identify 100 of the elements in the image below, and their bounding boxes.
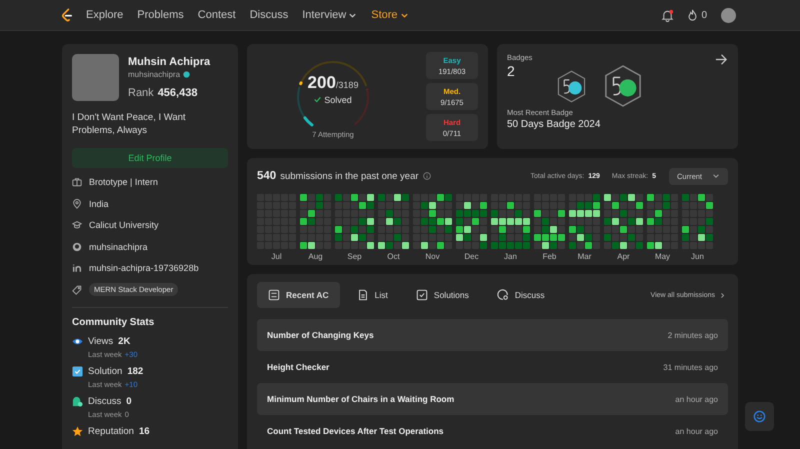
month-label: Aug (308, 252, 323, 261)
verified-badge-icon (183, 71, 190, 78)
nav-link[interactable]: Contest (198, 9, 236, 21)
problem-title: Number of Changing Keys (267, 330, 374, 340)
photo-placeholder (72, 54, 119, 101)
stat-label: Discuss (88, 396, 122, 407)
month-label: Jan (504, 252, 517, 261)
stat-value: 0 (126, 396, 132, 407)
submission-time: an hour ago (675, 394, 718, 404)
graduation-cap-icon (72, 220, 82, 230)
recent-badge-name: 50 Days Badge 2024 (507, 119, 602, 130)
stat-value: 182 (127, 366, 144, 377)
linkedin-icon (72, 263, 82, 274)
briefcase-icon (72, 177, 82, 188)
submission-row[interactable]: Number of Changing Keys 2 minutes ago (257, 319, 728, 351)
hexagon-badge-icon[interactable] (604, 65, 642, 107)
stat-label: Reputation (88, 426, 134, 437)
heatmap-cells-drawing (491, 194, 530, 249)
submission-row[interactable]: Height Checker 31 minutes ago (257, 351, 728, 383)
heatmap-cells-drawing (534, 194, 565, 249)
heatmap-cells-drawing (413, 194, 452, 249)
profile-name: Muhsin Achipra (128, 56, 210, 68)
heatmap-cells-drawing (456, 194, 487, 249)
chat-search-icon (496, 289, 509, 301)
location-pin-icon (72, 198, 82, 209)
nav-link[interactable]: Problems (137, 9, 184, 21)
checkbox-icon (72, 366, 83, 377)
submission-row[interactable]: Count Tested Devices After Test Operations an hour ago (257, 415, 728, 447)
nav-link[interactable]: Explore (86, 9, 124, 21)
tab[interactable]: Recent AC (257, 282, 340, 308)
check-icon (314, 96, 322, 103)
solved-label: Solved (324, 94, 352, 104)
submission-count: 540 (257, 170, 276, 182)
month-label: Nov (425, 252, 440, 261)
tab[interactable]: Solutions (404, 282, 480, 308)
submission-row[interactable]: Minimum Number of Chairs in a Waiting Room an hour ago (257, 383, 728, 415)
tab[interactable]: Discuss (486, 282, 556, 308)
heatmap-cells-drawing (335, 194, 374, 249)
solved-total: /3189 (336, 80, 358, 90)
month-label: Dec (464, 252, 479, 261)
notification-bell-icon[interactable] (661, 8, 674, 22)
heatmap-cells-drawing (378, 194, 409, 249)
stat-value: 16 (138, 426, 150, 437)
tag-icon (72, 284, 82, 295)
tab[interactable]: List (346, 282, 399, 308)
badges-count: 2 (507, 63, 516, 79)
month-label: Mar (578, 252, 592, 261)
username: muhsinachipra (128, 70, 180, 79)
submission-time: an hour ago (675, 426, 718, 436)
chevron-right-icon (719, 292, 726, 298)
document-icon (356, 289, 369, 301)
month-label: Jul (271, 252, 282, 261)
problem-title: Count Tested Devices After Test Operations (267, 426, 444, 436)
problem-title: Height Checker (267, 362, 330, 372)
submission-time: 2 minutes ago (668, 330, 718, 340)
logo-icon[interactable] (60, 7, 74, 23)
month-label: Jun (691, 252, 704, 261)
month-label: Sep (347, 252, 362, 261)
profile-bio: I Don't Want Peace, I Want Problems, Always (72, 111, 187, 138)
checkbox-icon (416, 289, 428, 301)
streak-flame-icon[interactable] (687, 9, 698, 21)
user-avatar[interactable] (721, 8, 736, 22)
chat-bubble-icon (72, 396, 83, 407)
problem-title: Minimum Number of Chairs in a Waiting Room (267, 394, 454, 404)
solved-count: 200 (308, 72, 336, 92)
community-stats-title: Community Stats (72, 316, 156, 328)
month-label: Oct (387, 252, 400, 261)
list-box-icon (268, 289, 280, 301)
nav-link[interactable]: Store (371, 9, 409, 21)
stat-value: 2K (118, 336, 130, 347)
heatmap-cells-drawing (569, 194, 600, 249)
heatmap-cells-drawing (300, 194, 331, 249)
heatmap-cells-drawing (604, 194, 643, 249)
month-label: Feb (542, 252, 556, 261)
school-text: Calicut University (89, 220, 159, 230)
feedback-chat-button[interactable] (745, 402, 774, 431)
arrow-right-icon[interactable] (715, 53, 728, 66)
month-label: Apr (617, 252, 630, 261)
streak-count: 0 (701, 10, 707, 20)
chevron-down-icon (712, 172, 720, 180)
rank-label: Rank (128, 87, 154, 99)
nav-link[interactable]: Discuss (250, 9, 288, 21)
info-icon[interactable] (422, 172, 431, 180)
month-label: May (654, 252, 670, 261)
linkedin-text: muhsin-achipra-19736928b (89, 263, 199, 274)
rank-value: 456,438 (158, 87, 198, 99)
nav-link[interactable]: Interview (302, 9, 358, 21)
github-text: muhsinachipra (89, 242, 148, 252)
heatmap-cells-drawing (682, 194, 713, 249)
heatmap-cells-drawing (647, 194, 678, 249)
submission-time: 31 minutes ago (663, 362, 718, 372)
hexagon-badge-icon[interactable] (557, 70, 586, 102)
location-text: India (89, 198, 109, 209)
stat-label: Solution (88, 366, 122, 377)
stat-label: Views (88, 336, 114, 347)
submission-summary: submissions in the past one year (280, 170, 419, 182)
star-icon (72, 426, 83, 437)
edit-profile-button[interactable]: Edit Profile (72, 148, 228, 168)
smiley-chat-icon (753, 410, 766, 423)
company-text: Brototype | Intern (89, 177, 158, 188)
